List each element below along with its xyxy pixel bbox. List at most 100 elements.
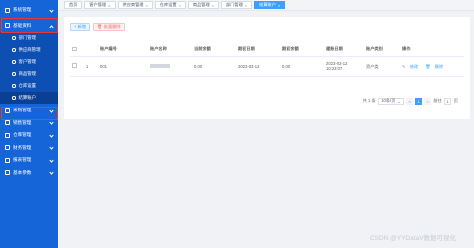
sidebar-group-label: 基本参数 (13, 169, 32, 175)
computer-icon (5, 7, 10, 13)
user-icon (12, 36, 16, 40)
watermark: CSDN @YYDataV数据可视化 (369, 235, 456, 242)
sidebar-group-warehouse[interactable]: 仓库管理 (0, 129, 58, 142)
accounts-table: 账户编号 账户名称 当前余额 期初日期 期初余额 建账日期 账户类别 操作 1 … (70, 43, 464, 77)
chevron-down-icon (49, 132, 54, 138)
sidebar-item-customer[interactable]: 客户管理 (0, 56, 58, 68)
toolbar: + 新增 🗑 批量删除 (70, 23, 125, 31)
sidebar-item-product[interactable]: 商品管理 (0, 68, 58, 80)
created-date: 2023-03-12 10:23:07 (324, 56, 364, 77)
sidebar-item-label: 供应商管理 (18, 47, 41, 52)
tab-product[interactable]: 商品管理 × (187, 1, 220, 9)
close-icon[interactable]: × (278, 3, 280, 8)
sidebar-submenu: 部门管理 供应商管理 客户管理 商品管理 仓库设置 结算账户 (0, 32, 58, 104)
highlight-box-basic-data (1, 18, 58, 33)
column-header (84, 43, 98, 57)
sidebar-item-supplier[interactable]: 供应商管理 (0, 44, 58, 56)
user-icon (12, 60, 16, 64)
page-number-current[interactable]: 1 (415, 98, 422, 105)
account-category: 资产类 (364, 56, 400, 77)
total-count: 共 1 条 (362, 98, 376, 104)
goto-prefix: 前往 (433, 98, 442, 104)
tab-supplier[interactable]: 供应商管理 × (117, 1, 153, 9)
sidebar-item-label: 部门管理 (18, 35, 37, 40)
main-content: + 新增 🗑 批量删除 账户编号 账户名称 当前余额 期初日期 期初余额 建账日… (58, 11, 474, 248)
tab-warehouse[interactable]: 仓库设置 × (154, 1, 186, 9)
sidebar-item-department[interactable]: 部门管理 (0, 32, 58, 44)
tab-label: 首页 (69, 2, 78, 7)
select-all-cell[interactable] (70, 43, 84, 57)
column-header: 操作 (400, 43, 464, 57)
trash-icon: 🗑 (96, 24, 103, 29)
table-header-row: 账户编号 账户名称 当前余额 期初日期 期初余额 建账日期 账户类别 操作 (70, 43, 464, 57)
delete-link[interactable]: 🗑 删除 (425, 64, 446, 69)
sidebar-item-label: 客户管理 (18, 59, 37, 64)
sidebar-item-warehouse[interactable]: 仓库设置 (0, 80, 58, 92)
cart-icon (5, 120, 10, 126)
next-page-button[interactable]: > (424, 98, 431, 105)
column-header[interactable]: 账户名称 (148, 43, 192, 57)
prev-page-button[interactable]: < (406, 98, 413, 105)
user-icon (12, 96, 16, 100)
edit-icon: ✎ (402, 63, 406, 69)
sidebar-group-system[interactable]: 系统管理 (0, 4, 58, 17)
goto-page-input[interactable]: 1 (444, 98, 452, 105)
batch-delete-button[interactable]: 🗑 批量删除 (92, 23, 125, 31)
page-size-select[interactable]: 10条/页 ⌄ (378, 98, 404, 105)
tab-label: 客户管理 (89, 2, 107, 7)
sidebar-group-label: 销售管理 (13, 119, 32, 125)
column-header[interactable]: 建账日期 (324, 43, 364, 57)
chevron-down-icon: ⌄ (397, 98, 401, 104)
close-icon[interactable]: × (179, 3, 181, 8)
tab-home[interactable]: 首页 (64, 1, 83, 9)
row-index: 1 (84, 56, 98, 77)
tab-customer[interactable]: 客户管理 × (84, 1, 116, 9)
chevron-down-icon (49, 157, 54, 163)
tab-label: 供应商管理 (122, 2, 144, 7)
edit-label: 修改 (409, 63, 419, 69)
user-icon (12, 48, 16, 52)
pagination: 共 1 条 10条/页 ⌄ < 1 > 前往 1 页 (363, 98, 458, 105)
tab-settlement-account[interactable]: 结算账户 × (254, 1, 286, 9)
chevron-down-icon (49, 170, 54, 175)
column-header[interactable]: 期初日期 (236, 43, 280, 57)
trash-icon: 🗑 (425, 63, 431, 69)
tab-bar: 首页 客户管理 × 供应商管理 × 仓库设置 × 商品管理 × 部门管理 × 结算账户 × (58, 0, 474, 11)
select-all-checkbox[interactable] (72, 46, 77, 51)
tab-label: 结算账户 (259, 2, 276, 7)
table-row[interactable]: 1 001 0.00 2023-03-12 0.00 2023-03-12 10… (70, 56, 464, 77)
chevron-down-icon (49, 7, 54, 13)
sidebar-group-label: 报表管理 (13, 157, 32, 163)
sidebar-item-settlement-account[interactable]: 结算账户 (0, 92, 58, 104)
user-icon (12, 72, 16, 76)
tab-department[interactable]: 部门管理 × (221, 1, 253, 9)
row-select-cell[interactable] (70, 56, 84, 77)
row-actions: ✎ 修改 🗑 删除 (400, 56, 464, 77)
sidebar-group-label: 财务管理 (13, 144, 32, 150)
column-header[interactable]: 期初余额 (280, 43, 324, 57)
tab-label: 仓库设置 (159, 2, 177, 7)
add-button[interactable]: + 新增 (70, 23, 90, 31)
batch-delete-label: 批量删除 (103, 24, 121, 29)
column-header[interactable]: 账户类别 (364, 43, 400, 57)
edit-link[interactable]: ✎ 修改 (402, 64, 421, 69)
chevron-down-icon (49, 145, 54, 150)
sidebar-group-label: 系统管理 (13, 7, 32, 13)
sidebar-group-reports[interactable]: 报表管理 (0, 154, 58, 167)
close-icon[interactable]: × (108, 3, 110, 8)
column-header[interactable]: 当前余额 (192, 43, 236, 57)
sidebar-group-parameters[interactable]: 基本参数 (0, 167, 58, 180)
sidebar: 系统管理 基础资料 部门管理 供应商管理 客户管理 商品管理 仓库设置 结算账户… (0, 0, 58, 248)
chevron-down-icon (49, 120, 54, 125)
sidebar-group-finance[interactable]: 财务管理 (0, 142, 58, 155)
close-icon[interactable]: × (145, 3, 147, 8)
delete-label: 删除 (434, 63, 444, 69)
row-checkbox[interactable] (72, 63, 77, 68)
tab-label: 部门管理 (226, 2, 243, 7)
column-header[interactable]: 账户编号 (98, 43, 148, 57)
close-icon[interactable]: × (245, 3, 247, 8)
opening-date: 2023-03-12 (236, 56, 280, 77)
money-icon (5, 145, 10, 151)
account-name (148, 56, 192, 77)
close-icon[interactable]: × (212, 3, 214, 8)
